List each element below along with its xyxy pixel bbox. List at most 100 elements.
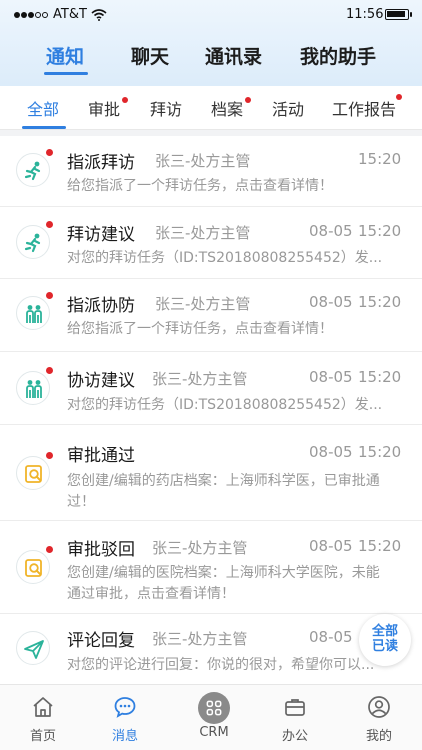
run-icon (16, 221, 53, 259)
unread-dot (46, 292, 53, 299)
unread-dot (46, 367, 53, 374)
notification-date: 08-05 (309, 537, 353, 555)
notification-item[interactable]: 审批驳回 张三-处方主管 08-05 15:20 您创建/编辑的医院档案：上海师… (0, 521, 422, 614)
filter-tab-bar: 全部 审批 拜访 档案 活动 工作报告 (0, 86, 422, 130)
notification-title: 指派拜访 (67, 153, 135, 173)
notification-title: 协访建议 (67, 371, 135, 391)
notification-date: 08-05 (309, 628, 353, 646)
carrier-label: AT&T (53, 7, 87, 22)
notification-date: 08-05 (309, 368, 353, 386)
approve-search-icon (16, 546, 53, 584)
notification-time: 15:20 (358, 222, 402, 240)
filter-tab-label: 拜访 (150, 100, 183, 119)
tab-chat[interactable]: 聊天 (131, 42, 169, 69)
notification-desc: 您创建/编辑的医院档案：上海师科大学医院，未能通过审批，点击查看详情！ (67, 565, 380, 602)
run-icon (16, 149, 53, 187)
unread-dot (46, 221, 53, 228)
notification-sender: 张三-处方主管 (155, 152, 251, 170)
notification-time: 15:20 (358, 443, 402, 461)
mark-all-read-label-1: 全部 (371, 624, 398, 639)
notification-desc: 对您的评论进行回复：你说的很对，希望你可以... (67, 657, 375, 673)
nav-office[interactable]: 办公 (260, 685, 330, 750)
notification-time: 15:20 (358, 368, 402, 386)
crm-icon (198, 692, 230, 724)
filter-tab-approval[interactable]: 审批 (88, 96, 129, 120)
nav-messages-label: 消息 (111, 729, 138, 744)
paper-plane-icon (16, 631, 50, 665)
notification-desc: 给您指派了一个拜访任务，点击查看详情！ (67, 321, 333, 337)
notification-item[interactable]: 审批通过 08-05 15:20 您创建/编辑的药店档案：上海师科学医，已审批通… (0, 425, 422, 521)
notification-sender: 张三-处方主管 (152, 630, 248, 648)
nav-home[interactable]: 首页 (8, 685, 78, 750)
battery-icon (385, 9, 412, 20)
nav-messages[interactable]: 消息 (90, 685, 160, 750)
notification-time: 15:20 (358, 150, 402, 168)
badge-dot (122, 97, 129, 103)
notification-sender: 张三-处方主管 (155, 224, 251, 242)
filter-tab-label: 活动 (272, 100, 305, 119)
badge-dot (245, 97, 252, 103)
badge-dot (396, 94, 403, 100)
home-icon (33, 697, 53, 717)
nav-office-label: 办公 (281, 729, 308, 744)
filter-tab-visit[interactable]: 拜访 (150, 96, 182, 120)
notification-sender: 张三-处方主管 (155, 295, 251, 313)
nav-mine[interactable]: 我的 (344, 685, 414, 750)
notification-date: 08-05 (309, 222, 353, 240)
filter-tab-archive[interactable]: 档案 (211, 96, 252, 120)
notification-item[interactable]: 指派拜访 张三-处方主管 15:20 给您指派了一个拜访任务，点击查看详情！ (0, 136, 422, 207)
app-root: AT&T 11:56 通知 聊天 通讯录 我的助手 全部 审批 拜访 档案 活动 (0, 0, 422, 750)
notification-title: 评论回复 (67, 631, 135, 651)
unread-dot (46, 546, 53, 553)
notification-item[interactable]: 指派协防 张三-处方主管 08-05 15:20 给您指派了一个拜访任务，点击查… (0, 279, 422, 352)
tab-notifications[interactable]: 通知 (46, 42, 84, 69)
user-icon (368, 696, 390, 718)
mark-all-read-label-2: 已读 (371, 639, 398, 654)
header: AT&T 11:56 通知 聊天 通讯录 我的助手 (0, 0, 422, 86)
briefcase-icon (285, 699, 305, 716)
people-icon (16, 367, 53, 405)
notification-sender: 张三-处方主管 (152, 370, 248, 388)
nav-crm-label: CRM (199, 725, 229, 740)
notification-item[interactable]: 拜访建议 张三-处方主管 08-05 15:20 对您的拜访任务（ID:TS20… (0, 207, 422, 279)
nav-mine-label: 我的 (365, 729, 392, 744)
nav-crm[interactable]: CRM (179, 685, 249, 750)
nav-home-label: 首页 (29, 729, 56, 744)
filter-tab-label: 工作报告 (332, 100, 397, 119)
notification-desc: 给您指派了一个拜访任务，点击查看详情！ (67, 178, 333, 194)
notification-title: 审批通过 (67, 446, 135, 466)
people-icon (16, 292, 53, 330)
notification-date: 08-05 (309, 443, 353, 461)
clock: 11:56 (346, 7, 384, 22)
notification-date: 08-05 (309, 293, 353, 311)
notification-time: 15:20 (358, 293, 402, 311)
notification-desc: 对您的拜访任务（ID:TS20180808255452）发... (67, 250, 383, 266)
tab-contacts[interactable]: 通讯录 (205, 42, 262, 69)
notification-title: 指派协防 (67, 296, 135, 316)
filter-tab-label: 档案 (211, 100, 244, 119)
filter-tab-all[interactable]: 全部 (27, 96, 59, 120)
filter-tab-activity[interactable]: 活动 (272, 96, 304, 120)
notification-time: 15:20 (358, 537, 402, 555)
notification-list: 指派拜访 张三-处方主管 15:20 给您指派了一个拜访任务，点击查看详情！ 拜… (0, 136, 422, 684)
wifi-icon (91, 8, 107, 21)
notification-item[interactable]: 协访建议 张三-处方主管 08-05 15:20 对您的拜访任务（ID:TS20… (0, 352, 422, 425)
filter-tab-label: 审批 (88, 100, 121, 119)
tab-assistant[interactable]: 我的助手 (300, 42, 376, 69)
chat-icon (114, 697, 136, 718)
notification-desc: 对您的拜访任务（ID:TS20180808255452）发... (67, 397, 383, 413)
notification-desc: 您创建/编辑的药店档案：上海师科学医，已审批通过！ (67, 473, 380, 510)
notification-title: 审批驳回 (67, 540, 135, 560)
signal-carrier: AT&T (14, 7, 107, 22)
notification-title: 拜访建议 (67, 225, 135, 245)
mark-all-read-button[interactable]: 全部 已读 (359, 614, 411, 666)
unread-dot (46, 452, 53, 459)
filter-tab-indicator (22, 126, 66, 129)
top-tab-indicator (44, 72, 88, 75)
unread-dot (46, 149, 53, 156)
filter-tab-label: 全部 (27, 100, 60, 119)
status-bar: AT&T 11:56 (0, 0, 422, 30)
filter-tab-work-report[interactable]: 工作报告 (332, 94, 403, 120)
approve-search-icon (16, 452, 53, 490)
bottom-nav: 首页 消息 CRM 办公 我的 (0, 684, 422, 750)
